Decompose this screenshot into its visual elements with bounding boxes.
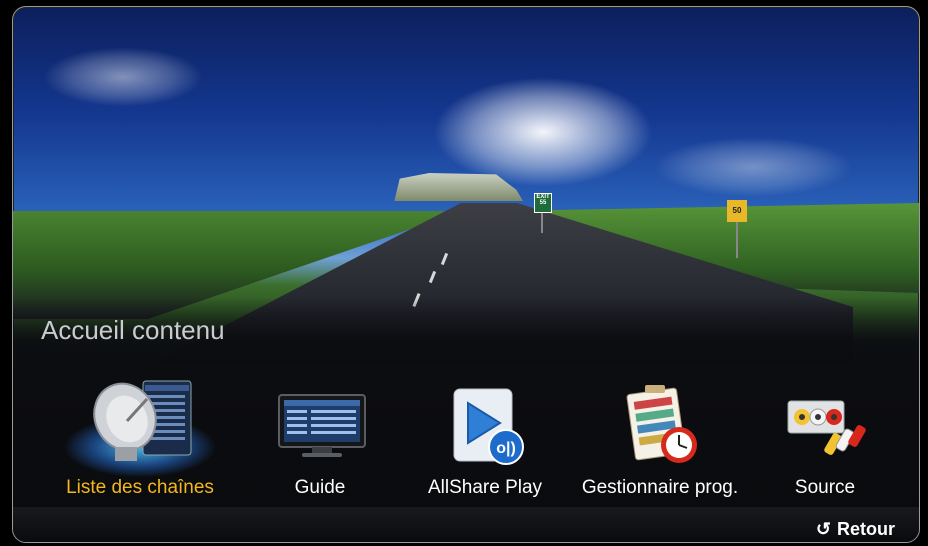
floor-reflection [13,507,919,542]
menu-item-channel-list[interactable]: Liste des chaînes [35,377,245,502]
speed-limit-sign: 50 [727,200,747,222]
menu-item-label: AllShare Play [427,477,543,498]
sign-pole [541,211,543,233]
sign-pole [736,222,738,258]
return-button[interactable]: ↺ Retour [816,519,895,540]
return-label: Retour [837,519,895,539]
menu-item-label: Guide [294,477,346,498]
tv-screen: EXIT 55 50 Accueil contenu Liste des cha… [12,6,920,543]
content-menu: Liste des chaînes Guide o|) AllShare Pla… [35,377,915,502]
menu-item-label: Liste des chaînes [66,477,214,498]
schedule-manager-icon [617,385,703,469]
cloud [653,137,853,197]
speed-limit-value: 50 [732,206,742,215]
menu-item-schedule-manager[interactable]: Gestionnaire prog. [570,377,750,502]
svg-text:o|): o|) [496,440,516,457]
cloud [43,47,203,107]
menu-item-label: Gestionnaire prog. [581,477,739,498]
exit-sign: EXIT 55 [534,193,552,213]
av-source-icon [782,385,868,469]
menu-item-source[interactable]: Source [760,377,890,502]
tv-guide-icon [277,385,366,469]
cloud [433,77,653,187]
allshare-play-icon: o|) [442,385,528,469]
menu-item-allshare-play[interactable]: o|) AllShare Play [405,377,565,502]
menu-item-guide[interactable]: Guide [255,377,385,502]
satellite-dish-icon [93,380,192,469]
exit-sign-number: 55 [539,200,547,206]
return-icon: ↺ [815,519,831,539]
page-title: Accueil contenu [41,315,225,345]
menu-item-label: Source [794,477,856,498]
